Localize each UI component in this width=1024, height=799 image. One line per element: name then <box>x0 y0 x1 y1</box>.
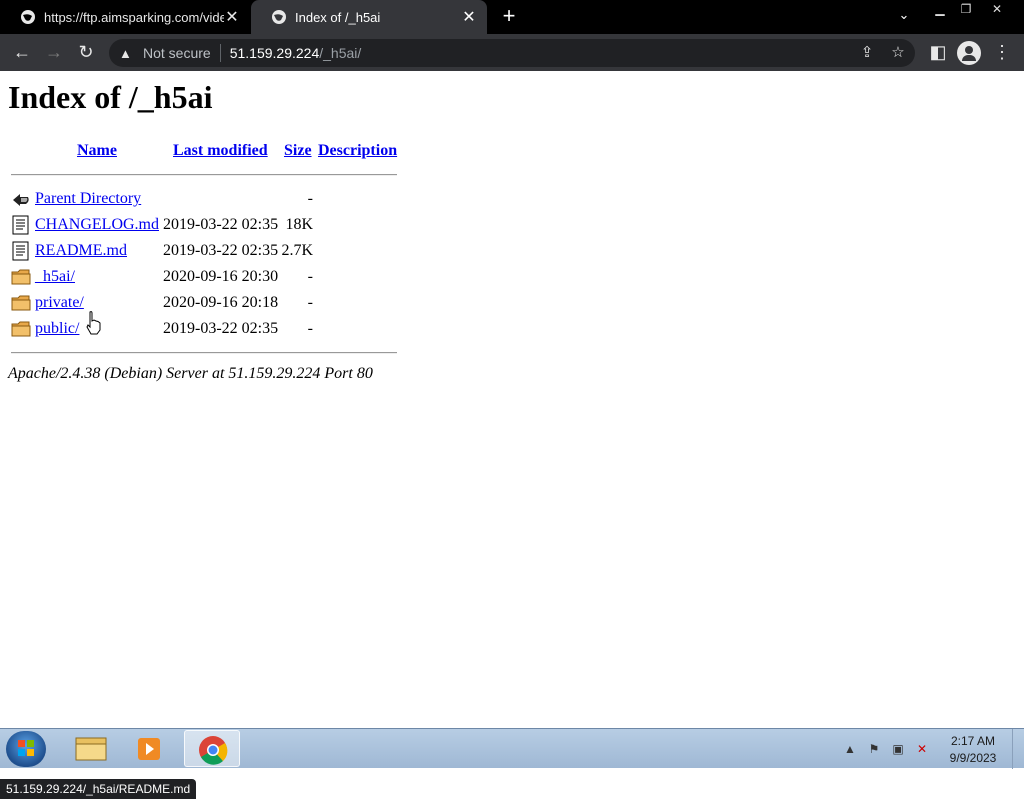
list-item: Parent Directory - <box>11 189 401 209</box>
file-size: - <box>307 268 313 285</box>
chrome-taskbar-icon[interactable] <box>184 730 240 767</box>
network-icon[interactable]: ▣ <box>890 741 906 757</box>
folder-icon <box>75 737 107 761</box>
share-icon[interactable]: ⇪ <box>855 39 879 67</box>
tab-ftp-aimsparking[interactable]: https://ftp.aimsparking.com/vide ✕ <box>0 0 250 34</box>
file-explorer-taskbar-icon[interactable] <box>62 730 118 767</box>
file-size: - <box>307 294 313 311</box>
side-panel-icon[interactable]: ◧ <box>925 40 951 66</box>
page-title: Index of /_h5ai <box>8 79 213 115</box>
globe-icon <box>272 10 286 24</box>
list-item: CHANGELOG.md 2019-03-22 02:35 18K <box>11 215 401 235</box>
reload-icon[interactable]: ↻ <box>73 40 99 66</box>
omnibox-divider <box>219 44 221 62</box>
modified-date: 2019-03-22 02:35 <box>163 216 279 233</box>
divider <box>11 174 397 176</box>
tab-strip: https://ftp.aimsparking.com/vide ✕ Index… <box>0 0 1024 34</box>
windows-logo-icon <box>18 740 34 756</box>
show-hidden-icons-icon[interactable]: ▲ <box>842 741 858 757</box>
bookmark-star-icon[interactable]: ☆ <box>886 39 910 67</box>
folder-icon <box>11 269 31 285</box>
profile-avatar-icon[interactable] <box>957 41 981 65</box>
list-item: README.md 2019-03-22 02:35 2.7K <box>11 241 401 261</box>
volume-muted-icon[interactable]: ✕ <box>914 741 930 757</box>
back-icon <box>13 194 29 206</box>
list-item: _h5ai/ 2020-09-16 20:30 - <box>11 267 401 287</box>
parent-directory-link[interactable]: Parent Directory <box>35 190 141 208</box>
divider <box>11 352 397 354</box>
window-close-icon[interactable]: ✕ <box>982 0 1012 18</box>
media-player-taskbar-icon[interactable] <box>122 730 178 767</box>
action-center-flag-icon[interactable]: ⚑ <box>866 741 882 757</box>
server-signature: Apache/2.4.38 (Debian) Server at 51.159.… <box>8 365 373 382</box>
clock-date: 9/9/2023 <box>949 751 997 765</box>
folder-link-h5ai[interactable]: _h5ai/ <box>35 268 75 286</box>
list-item: private/ 2020-09-16 20:18 - <box>11 293 401 313</box>
file-size: - <box>307 320 313 337</box>
start-button-icon[interactable] <box>6 731 46 767</box>
tab-search-chevron-icon[interactable]: ⌄ <box>893 7 915 27</box>
modified-date: 2020-09-16 20:30 <box>163 268 279 285</box>
column-header-last-modified[interactable]: Last modified <box>173 142 268 160</box>
folder-link-private[interactable]: private/ <box>35 294 84 312</box>
folder-icon <box>11 321 31 337</box>
tab-title: Index of /_h5ai <box>295 9 381 25</box>
column-header-description[interactable]: Description <box>318 142 397 160</box>
folder-link-public[interactable]: public/ <box>35 320 79 338</box>
column-header-name[interactable]: Name <box>77 142 117 160</box>
tab-index-h5ai[interactable]: Index of /_h5ai ✕ <box>251 0 487 34</box>
new-tab-button[interactable]: + <box>498 5 520 28</box>
modified-date: 2019-03-22 02:35 <box>163 242 279 259</box>
back-arrow-icon[interactable]: ← <box>9 40 35 66</box>
folder-icon <box>11 295 31 311</box>
show-desktop-button[interactable] <box>1012 729 1024 769</box>
url-host[interactable]: 51.159.29.224 <box>230 45 320 61</box>
clock-time: 2:17 AM <box>950 734 996 748</box>
tab-title: https://ftp.aimsparking.com/vide <box>44 9 224 25</box>
file-size: 2.7K <box>281 242 313 259</box>
menu-kebab-icon[interactable]: ⋮ <box>989 40 1015 66</box>
modified-date: 2020-09-16 20:18 <box>163 294 279 311</box>
chrome-icon <box>199 736 228 765</box>
hand-cursor-icon <box>86 311 101 335</box>
close-tab-icon[interactable]: ✕ <box>461 7 477 27</box>
warning-triangle-icon[interactable]: ▲ <box>119 46 135 61</box>
text-file-icon <box>12 241 29 261</box>
file-size: - <box>307 190 313 207</box>
list-item: public/ 2019-03-22 02:35 - <box>11 319 401 339</box>
system-clock[interactable]: 2:17 AM 9/9/2023 <box>944 733 1002 767</box>
close-tab-icon[interactable]: ✕ <box>224 7 240 27</box>
status-bar-url: 51.159.29.224/_h5ai/README.md <box>0 779 197 799</box>
forward-arrow-icon[interactable]: → <box>41 40 67 66</box>
file-link-changelog[interactable]: CHANGELOG.md <box>35 216 159 234</box>
address-bar[interactable]: ▲ Not secure 51.159.29.224/_h5ai/ ⇪ ☆ <box>109 39 915 67</box>
modified-date: 2019-03-22 02:35 <box>163 320 279 337</box>
not-secure-label[interactable]: Not secure <box>143 45 211 61</box>
url-path[interactable]: /_h5ai/ <box>319 45 361 61</box>
taskbar: ▲ ⚑ ▣ ✕ 2:17 AM 9/9/2023 <box>0 728 1024 769</box>
media-player-icon <box>138 738 160 760</box>
browser-toolbar: ← → ↻ ▲ Not secure 51.159.29.224/_h5ai/ … <box>0 34 1024 71</box>
file-size: 18K <box>285 216 313 233</box>
restore-icon[interactable]: ❐ <box>951 0 981 18</box>
text-file-icon <box>12 215 29 235</box>
globe-icon <box>21 10 35 24</box>
page-content: Index of /_h5ai Name Last modified Size … <box>0 71 1024 799</box>
file-link-readme[interactable]: README.md <box>35 242 127 260</box>
column-header-size[interactable]: Size <box>284 142 312 160</box>
